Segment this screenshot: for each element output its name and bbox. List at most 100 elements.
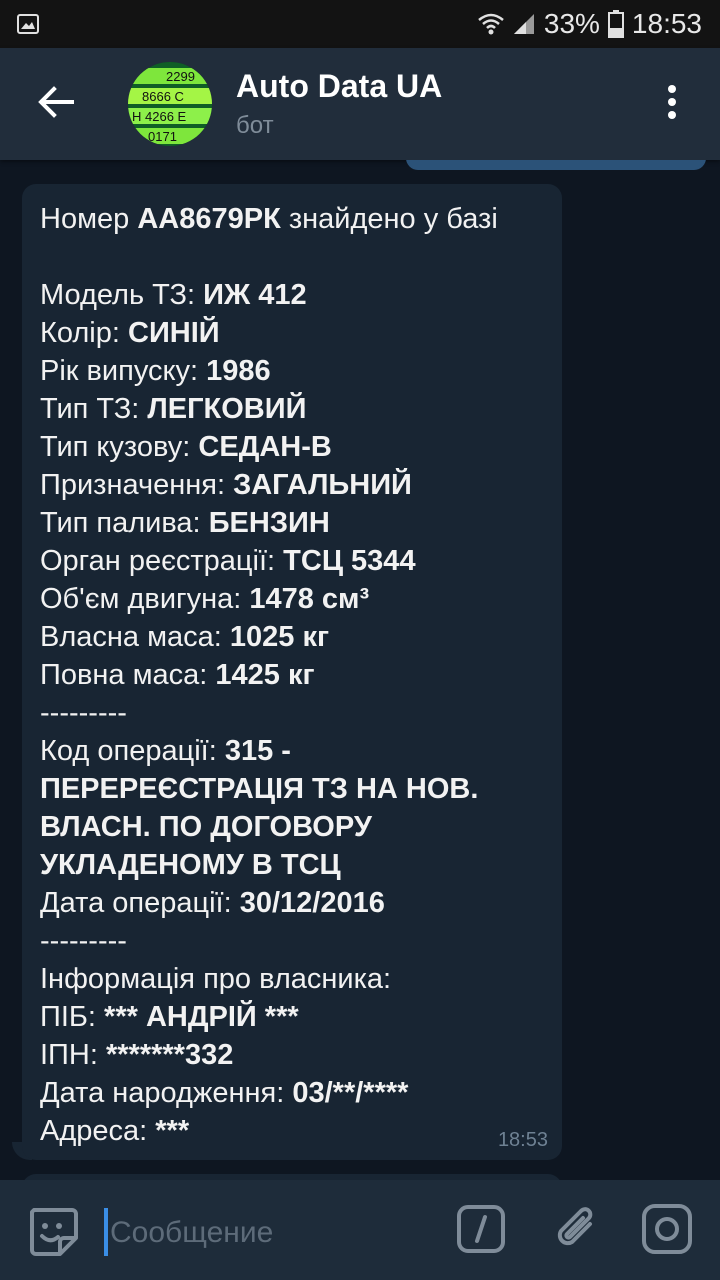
message-value: 315 -	[224, 735, 291, 767]
message-line: ПІБ: *** АНДРІЙ ***	[40, 998, 544, 1036]
camera-icon	[640, 1204, 694, 1260]
message-value: СИНІЙ	[128, 317, 220, 349]
message-label: Власна маса:	[40, 621, 230, 653]
message-label: Колір:	[40, 317, 128, 349]
slash-command-icon	[456, 1205, 506, 1258]
message-label: Інформація про власника:	[40, 963, 392, 995]
message-line: Модель ТЗ: ИЖ 412	[40, 276, 544, 314]
chat-title[interactable]: Auto Data UA	[236, 68, 442, 105]
message-line: Об'єм двигуна: 1478 см³	[40, 580, 544, 618]
message-label: Код операції:	[40, 735, 225, 767]
message-line: Призначення: ЗАГАЛЬНИЙ	[40, 466, 544, 504]
message-value: *******332	[105, 1039, 234, 1071]
message-label: Рік випуску:	[40, 355, 207, 387]
message-label: Орган реєстрації:	[40, 545, 284, 577]
camera-button[interactable]	[640, 1202, 694, 1256]
message-label: Тип палива:	[40, 507, 209, 539]
message-line: Власна маса: 1025 кг	[40, 618, 544, 656]
attach-button[interactable]	[552, 1202, 602, 1258]
chat-area[interactable]: Номер АА8679РК знайдено у базі Модель ТЗ:…	[0, 160, 720, 1180]
avatar-plate-4: 0171	[148, 129, 177, 144]
message-line: ВЛАСН. ПО ДОГОВОРУ	[40, 808, 544, 846]
message-value: ТСЦ 5344	[283, 545, 416, 577]
message-label: ПІБ:	[40, 1001, 105, 1033]
message-label: Тип кузову:	[40, 431, 199, 463]
message-input-bar	[0, 1180, 720, 1280]
message-label: Адреса:	[40, 1115, 156, 1147]
message-value: ВЛАСН. ПО ДОГОВОРУ	[40, 811, 372, 843]
message-label: Дата народження:	[40, 1077, 293, 1109]
status-bar: 33% 18:53	[0, 0, 720, 48]
message-line: Тип палива: БЕНЗИН	[40, 504, 544, 542]
paperclip-icon	[552, 1207, 602, 1262]
message-value: 1025 кг	[229, 621, 330, 653]
chat-header: 2299 8666 C H 4266 E 0171 Auto Data UA б…	[0, 48, 720, 160]
message-value: ЗАГАЛЬНИЙ	[233, 469, 412, 501]
message-time: 18:53	[497, 1129, 548, 1151]
message-label: Дата операції:	[40, 887, 240, 919]
message-line: Повна маса: 1425 кг	[40, 656, 544, 694]
message-line: Інформація про власника:	[40, 960, 544, 998]
message-label: ---------	[40, 925, 127, 957]
avatar-plate-2: 8666 C	[142, 89, 184, 104]
message-value: АА8679РК	[137, 203, 281, 235]
message-line: ІПН: *******332	[40, 1036, 544, 1074]
message-value: 30/12/2016	[239, 887, 385, 919]
avatar-plate-3: H 4266 E	[132, 109, 187, 124]
outgoing-message-bubble[interactable]	[406, 160, 706, 170]
message-input[interactable]	[108, 1208, 432, 1258]
message-line: Адреса: ***	[40, 1112, 544, 1150]
bot-commands-button[interactable]	[456, 1204, 506, 1254]
message-line: Код операції: 315 -	[40, 732, 544, 770]
message-value: БЕНЗИН	[208, 507, 330, 539]
signal-icon	[512, 12, 536, 36]
message-value: 1986	[206, 355, 271, 387]
message-label: ---------	[40, 697, 127, 729]
menu-button[interactable]	[648, 78, 696, 130]
message-value: ПЕРЕРЕЄСТРАЦІЯ ТЗ НА НОВ.	[40, 773, 479, 805]
message-label: ІПН:	[40, 1039, 106, 1071]
clock: 18:53	[631, 8, 702, 39]
message-line: Орган реєстрації: ТСЦ 5344	[40, 542, 544, 580]
back-button[interactable]	[30, 78, 82, 130]
message-line: Тип кузову: СЕДАН-В	[40, 428, 544, 466]
message-label: Об'єм двигуна:	[40, 583, 250, 615]
emoji-button[interactable]	[26, 1204, 80, 1258]
message-line: Рік випуску: 1986	[40, 352, 544, 390]
wifi-icon	[478, 12, 504, 36]
message-line: Тип ТЗ: ЛЕГКОВИЙ	[40, 390, 544, 428]
arrow-left-icon	[38, 85, 74, 123]
incoming-message-bubble[interactable]: Номер АА8679РК знайдено у базі Модель ТЗ:…	[22, 184, 562, 1160]
message-value: СЕДАН-В	[198, 431, 332, 463]
image-icon	[16, 12, 40, 36]
battery-icon	[607, 10, 624, 38]
message-line: УКЛАДЕНОМУ В ТСЦ	[40, 846, 544, 884]
message-text: Номер АА8679РК знайдено у базі Модель ТЗ:…	[40, 200, 544, 1150]
message-label: Модель ТЗ:	[40, 279, 204, 311]
status-right: 33% 18:53	[478, 8, 702, 40]
message-line	[40, 238, 544, 276]
battery-percent: 33%	[543, 8, 600, 39]
message-value: 03/**/****	[292, 1077, 409, 1109]
message-label: Тип ТЗ:	[40, 393, 148, 425]
more-vertical-icon	[666, 84, 678, 125]
message-value: *** АНДРІЙ ***	[104, 1001, 299, 1033]
message-line: Дата народження: 03/**/****	[40, 1074, 544, 1112]
message-value: ИЖ 412	[203, 279, 307, 311]
message-value: ***	[155, 1115, 190, 1147]
message-value: 1478 см³	[249, 583, 370, 615]
message-value: УКЛАДЕНОМУ В ТСЦ	[40, 849, 341, 881]
message-line: ПЕРЕРЕЄСТРАЦІЯ ТЗ НА НОВ.	[40, 770, 544, 808]
message-line: ---------	[40, 922, 544, 960]
message-label: Повна маса:	[40, 659, 216, 691]
chat-subtitle: бот	[236, 112, 274, 139]
avatar[interactable]: 2299 8666 C H 4266 E 0171	[128, 62, 212, 146]
message-line: Номер АА8679РК знайдено у базі	[40, 200, 544, 238]
message-value: 1425 кг	[215, 659, 315, 691]
avatar-plate-1: 2299	[166, 69, 195, 84]
message-value: ЛЕГКОВИЙ	[147, 393, 307, 425]
message-line: ---------	[40, 694, 544, 732]
message-label: знайдено у базі	[280, 203, 498, 235]
message-label: Номер	[40, 203, 138, 235]
message-line: Колір: СИНІЙ	[40, 314, 544, 352]
